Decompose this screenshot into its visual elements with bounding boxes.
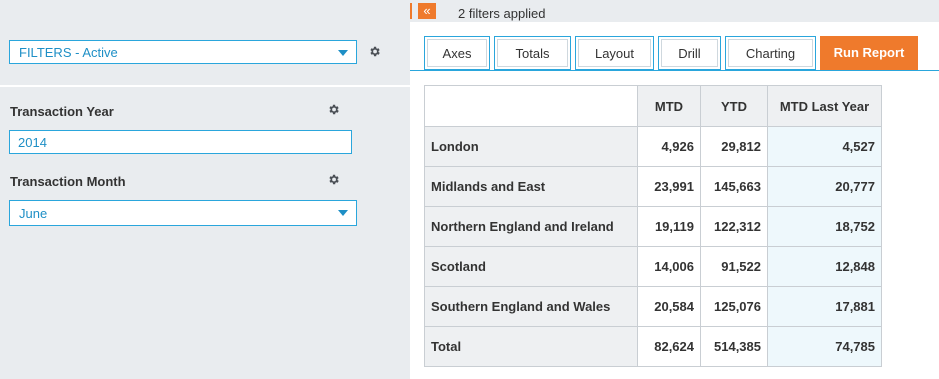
filter-panel: FILTERS - Active Transaction Year Transa… <box>0 0 410 379</box>
mtd-cell: 20,584 <box>637 286 701 327</box>
ytd-cell: 91,522 <box>700 246 768 287</box>
filter-set-label: FILTERS - Active <box>19 45 118 60</box>
tab-label: Layout <box>594 46 635 61</box>
mtd-cell: 4,926 <box>637 126 701 167</box>
row-label: Northern England and Ireland <box>424 206 638 247</box>
mtd-cell: 19,119 <box>637 206 701 247</box>
mtd-last-year-cell: 4,527 <box>767 126 882 167</box>
tab-label: Drill <box>678 46 701 61</box>
table-row[interactable]: Southern England and Wales 20,584 125,07… <box>424 286 882 327</box>
column-header: MTD Last Year <box>767 85 882 127</box>
column-header: MTD <box>637 85 701 127</box>
transaction-year-input[interactable] <box>9 130 352 154</box>
tab-bar-underline <box>410 70 939 71</box>
run-report-button[interactable]: Run Report <box>820 36 918 70</box>
transaction-year-label: Transaction Year <box>10 104 114 119</box>
panel-divider <box>0 85 410 87</box>
chevron-down-icon <box>338 210 348 216</box>
row-label: Midlands and East <box>424 166 638 207</box>
tab-layout[interactable]: Layout <box>575 36 654 70</box>
mtd-cell: 82,624 <box>637 326 701 367</box>
mtd-last-year-cell: 20,777 <box>767 166 882 207</box>
table-row[interactable]: London 4,926 29,812 4,527 <box>424 126 882 167</box>
tab-drill[interactable]: Drill <box>658 36 721 70</box>
mtd-cell: 23,991 <box>637 166 701 207</box>
table-row[interactable]: Midlands and East 23,991 145,663 20,777 <box>424 166 882 207</box>
chevron-down-icon <box>338 50 348 56</box>
filters-applied-text: 2 filters applied <box>458 6 546 21</box>
filter-set-dropdown[interactable]: FILTERS - Active <box>9 40 357 64</box>
tab-axes[interactable]: Axes <box>424 36 490 70</box>
mtd-last-year-cell: 74,785 <box>767 326 882 367</box>
ytd-cell: 514,385 <box>700 326 768 367</box>
mtd-last-year-cell: 12,848 <box>767 246 882 287</box>
table-row[interactable]: Scotland 14,006 91,522 12,848 <box>424 246 882 287</box>
transaction-month-dropdown[interactable]: June <box>9 200 357 226</box>
ytd-cell: 29,812 <box>700 126 768 167</box>
report-table: MTD YTD MTD Last Year London 4,926 29,81… <box>424 85 882 367</box>
mtd-last-year-cell: 17,881 <box>767 286 882 327</box>
ytd-cell: 125,076 <box>700 286 768 327</box>
tab-charting[interactable]: Charting <box>725 36 816 70</box>
table-row[interactable]: Northern England and Ireland 19,119 122,… <box>424 206 882 247</box>
table-header-row: MTD YTD MTD Last Year <box>424 85 882 127</box>
transaction-month-value: June <box>19 206 48 221</box>
gear-icon[interactable] <box>327 103 340 116</box>
row-label: Southern England and Wales <box>424 286 638 327</box>
mtd-last-year-cell: 18,752 <box>767 206 882 247</box>
column-header <box>424 85 638 127</box>
tab-label: Totals <box>515 46 550 61</box>
ytd-cell: 122,312 <box>700 206 768 247</box>
tab-totals[interactable]: Totals <box>494 36 571 70</box>
column-header: YTD <box>700 85 768 127</box>
transaction-month-label: Transaction Month <box>10 174 126 189</box>
row-label: Total <box>424 326 638 367</box>
collapse-panel-button[interactable]: « <box>418 3 436 19</box>
gear-icon[interactable] <box>327 173 340 186</box>
mtd-cell: 14,006 <box>637 246 701 287</box>
ytd-cell: 145,663 <box>700 166 768 207</box>
table-total-row[interactable]: Total 82,624 514,385 74,785 <box>424 326 882 367</box>
tab-label: Charting <box>745 46 796 61</box>
row-label: Scotland <box>424 246 638 287</box>
gear-icon[interactable] <box>368 45 381 58</box>
row-label: London <box>424 126 638 167</box>
tab-label: Axes <box>442 46 472 61</box>
